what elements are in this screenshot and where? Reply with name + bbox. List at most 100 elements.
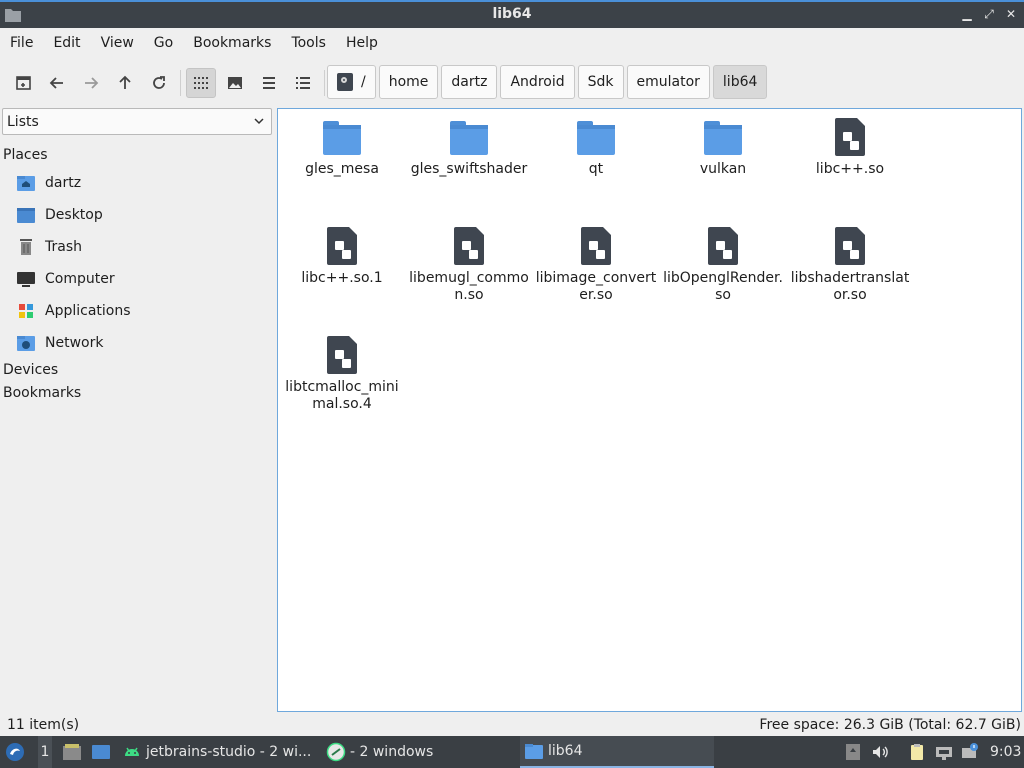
tray-network[interactable] [934, 736, 958, 768]
crumb-home[interactable]: home [378, 65, 439, 99]
task-emulator[interactable]: - 2 windows [326, 736, 433, 768]
crumb-lib64[interactable]: lib64 [712, 65, 768, 99]
sidebar-item-label: Desktop [45, 207, 103, 223]
thumbnail-view-button[interactable] [220, 68, 250, 98]
menu-help[interactable]: Help [336, 35, 388, 51]
file-item[interactable]: libemugl_common.so [407, 226, 531, 304]
menu-bookmarks[interactable]: Bookmarks [183, 35, 281, 51]
menu-edit[interactable]: Edit [43, 35, 90, 51]
arrow-left-icon [49, 77, 63, 89]
file-item[interactable]: gles_swiftshader [407, 117, 531, 178]
shared-library-icon [703, 226, 743, 266]
notification-icon [962, 743, 978, 758]
grid-icon [194, 77, 208, 89]
network-wired-icon [936, 747, 952, 760]
close-button[interactable]: ✕ [1004, 7, 1018, 21]
upload-icon [846, 744, 860, 760]
clock[interactable]: 9:03 [990, 736, 1021, 768]
crumb-root[interactable]: / [327, 65, 376, 99]
bookmarks-header[interactable]: Bookmarks [3, 385, 81, 401]
file-item[interactable]: libc++.so [788, 117, 912, 178]
menu-file[interactable]: File [0, 35, 43, 51]
file-name: gles_mesa [305, 161, 379, 177]
maximize-button[interactable]: ⤢ [982, 7, 996, 21]
file-item[interactable]: vulkan [661, 117, 785, 178]
task-label: - 2 windows [350, 744, 434, 760]
shared-library-icon [449, 226, 489, 266]
sidebar-item-label: dartz [45, 175, 82, 191]
side-pane-selector-value: Lists [7, 113, 39, 130]
shared-library-icon [576, 226, 616, 266]
quicklaunch-desktop[interactable] [91, 736, 115, 768]
task-lib64[interactable]: lib64 [520, 736, 714, 768]
taskbar: 1 jetbrains-studio - 2 wi... - 2 windows… [0, 736, 1024, 768]
file-item[interactable]: libimage_converter.so [534, 226, 658, 304]
menu-bar: File Edit View Go Bookmarks Tools Help [0, 28, 1024, 58]
desktop-icon [16, 205, 36, 225]
file-name: libOpenglRender.so [663, 270, 783, 303]
side-pane-selector[interactable]: Lists [2, 108, 272, 135]
file-item[interactable]: gles_mesa [280, 117, 404, 178]
sidebar-item-label: Network [45, 335, 104, 351]
tray-clipboard[interactable] [907, 736, 931, 768]
crumb-sdk[interactable]: Sdk [577, 65, 624, 99]
detailed-view-button[interactable] [288, 68, 318, 98]
file-name: libtcmalloc_minimal.so.4 [285, 379, 399, 412]
minimize-button[interactable]: ▁ [960, 7, 974, 21]
menu-view[interactable]: View [91, 35, 144, 51]
shared-library-icon [830, 117, 870, 157]
quicklaunch-files[interactable] [62, 736, 86, 768]
file-item[interactable]: libshadertranslator.so [788, 226, 912, 304]
sidebar-item-desktop[interactable]: Desktop [16, 203, 103, 227]
toolbar-separator [324, 70, 325, 96]
sidebar-item-label: Applications [45, 303, 131, 319]
crumb-emulator[interactable]: emulator [626, 65, 710, 99]
start-menu-button[interactable] [5, 736, 29, 768]
folder-icon [703, 117, 743, 157]
file-name: libc++.so.1 [301, 270, 383, 286]
sidebar-item-trash[interactable]: Trash [16, 235, 82, 259]
up-button[interactable] [110, 68, 140, 98]
new-tab-icon [16, 76, 31, 90]
breadcrumb: / home dartz Android Sdk emulator lib64 [327, 65, 770, 101]
file-item[interactable]: qt [534, 117, 658, 178]
file-item[interactable]: libc++.so.1 [280, 226, 404, 287]
tray-notifications[interactable] [960, 736, 984, 768]
file-item[interactable]: libtcmalloc_minimal.so.4 [280, 335, 404, 413]
detailed-list-icon [296, 77, 310, 89]
status-bar: 11 item(s) Free space: 26.3 GiB (Total: … [0, 714, 1024, 736]
menu-tools[interactable]: Tools [281, 35, 336, 51]
sidebar-item-dartz[interactable]: dartz [16, 171, 81, 195]
workspace-1[interactable]: 1 [38, 736, 52, 768]
crumb-android[interactable]: Android [500, 65, 575, 99]
menu-go[interactable]: Go [144, 35, 183, 51]
file-name: libshadertranslator.so [790, 270, 910, 303]
crumb-dartz[interactable]: dartz [441, 65, 498, 99]
tray-updates[interactable] [843, 736, 867, 768]
file-item[interactable]: libOpenglRender.so [661, 226, 785, 304]
file-view[interactable]: gles_mesa gles_swiftshader qt vulkan lib… [277, 108, 1022, 712]
sidebar-item-computer[interactable]: Computer [16, 267, 115, 291]
devices-header[interactable]: Devices [3, 362, 58, 378]
toolbar-separator [180, 70, 181, 96]
tray-volume[interactable] [870, 736, 894, 768]
sidebar: Lists Places dartz Desktop Trash Compute… [0, 108, 276, 712]
new-tab-button[interactable] [9, 68, 39, 98]
places-header[interactable]: Places [3, 147, 48, 163]
home-folder-icon [16, 173, 36, 193]
sidebar-item-network[interactable]: Network [16, 331, 103, 355]
task-jetbrains-studio[interactable]: jetbrains-studio - 2 wi... [122, 736, 311, 768]
reload-button[interactable] [144, 68, 174, 98]
network-folder-icon [16, 333, 36, 353]
task-label: lib64 [548, 743, 583, 759]
arrow-up-icon [119, 75, 131, 89]
file-name: libimage_converter.so [535, 270, 657, 303]
item-count: 11 item(s) [7, 717, 80, 733]
sidebar-item-applications[interactable]: Applications [16, 299, 131, 323]
forward-button[interactable] [76, 68, 106, 98]
shared-library-icon [830, 226, 870, 266]
icon-view-button[interactable] [186, 68, 216, 98]
back-button[interactable] [42, 68, 72, 98]
compact-view-button[interactable] [254, 68, 284, 98]
folder-icon [525, 744, 543, 759]
